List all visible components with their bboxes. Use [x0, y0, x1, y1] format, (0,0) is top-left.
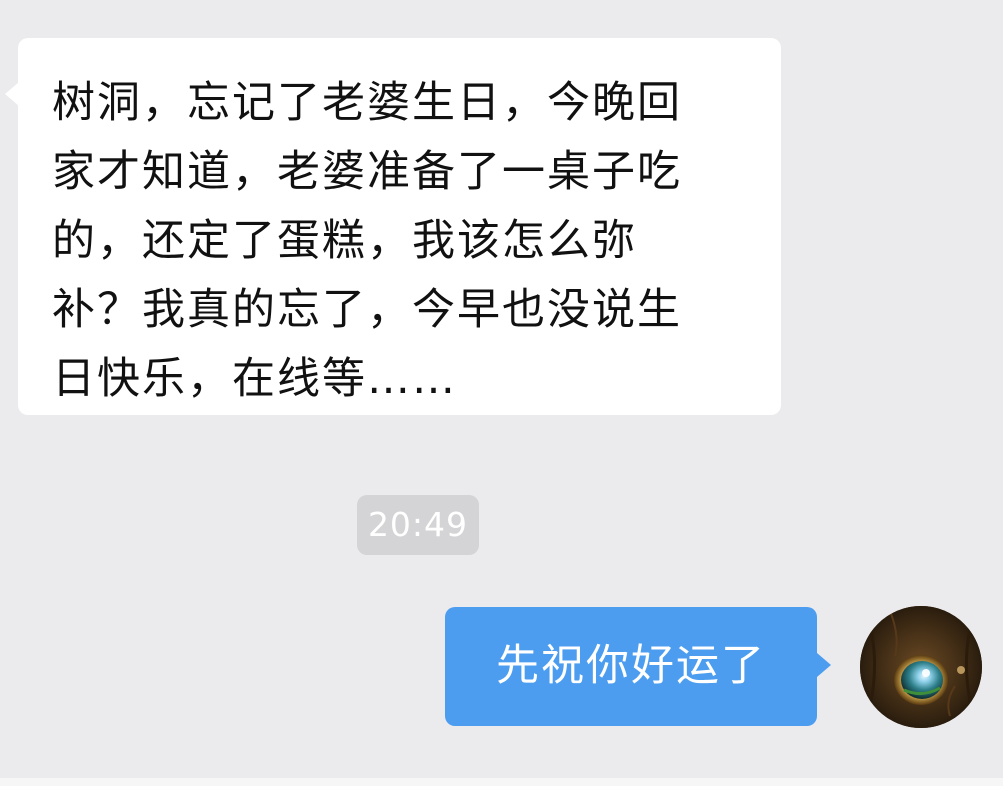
chat-area[interactable]: 树洞，忘记了老婆生日，今晚回 家才知道，老婆准备了一桌子吃 的，还定了蛋糕，我该怎么…: [0, 0, 1003, 778]
outgoing-message-text: 先祝你好运了: [496, 641, 766, 691]
incoming-message-line: 树洞，忘记了老婆生日，今晚回: [52, 78, 682, 128]
incoming-message-line: 的，还定了蛋糕，我该怎么弥: [52, 216, 637, 266]
incoming-message-line: 补？我真的忘了，今早也没说生: [52, 285, 682, 335]
message-timestamp: 20:49: [357, 495, 479, 555]
incoming-message-text: 树洞，忘记了老婆生日，今晚回 家才知道，老婆准备了一桌子吃 的，还定了蛋糕，我该怎么…: [52, 69, 761, 414]
user-avatar[interactable]: [860, 606, 982, 728]
incoming-message-line: 家才知道，老婆准备了一桌子吃: [52, 147, 682, 197]
incoming-message-bubble[interactable]: 树洞，忘记了老婆生日，今晚回 家才知道，老婆准备了一桌子吃 的，还定了蛋糕，我该怎么…: [5, 38, 781, 415]
incoming-message-line: 日快乐，在线等……: [52, 354, 457, 404]
bottom-divider: [0, 778, 1003, 786]
outgoing-message-bubble[interactable]: 先祝你好运了: [445, 607, 831, 726]
tree-hollow-avatar-icon: [860, 606, 982, 728]
